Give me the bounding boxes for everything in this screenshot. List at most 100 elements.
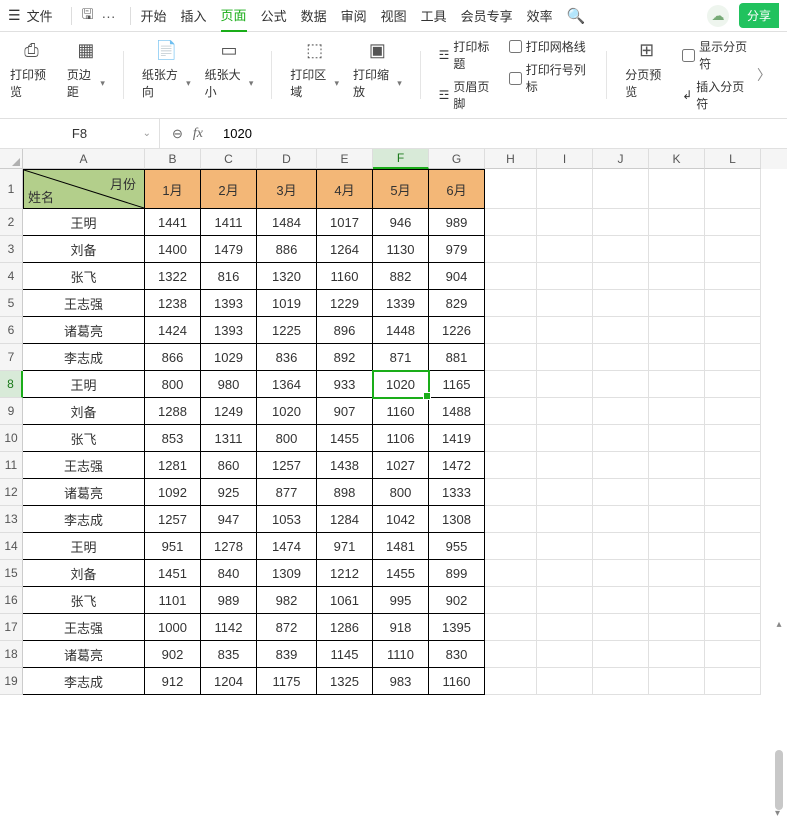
cell[interactable] [705, 668, 761, 695]
row-header-12[interactable]: 12 [0, 479, 23, 506]
row-header-15[interactable]: 15 [0, 560, 23, 587]
cell[interactable] [537, 236, 593, 263]
cell[interactable]: 951 [145, 533, 201, 560]
cell[interactable]: 971 [317, 533, 373, 560]
cell[interactable] [649, 587, 705, 614]
cell[interactable] [485, 398, 537, 425]
cell[interactable] [649, 479, 705, 506]
cell[interactable] [705, 425, 761, 452]
file-menu[interactable]: 文件 [27, 6, 53, 25]
formula-input[interactable] [215, 119, 787, 148]
cell[interactable]: 张飞 [23, 587, 145, 614]
cell[interactable] [649, 452, 705, 479]
cell[interactable] [593, 236, 649, 263]
cell[interactable] [485, 317, 537, 344]
cell[interactable] [537, 452, 593, 479]
cell[interactable] [705, 533, 761, 560]
column-header-E[interactable]: E [317, 149, 373, 169]
cell[interactable] [705, 317, 761, 344]
row-header-3[interactable]: 3 [0, 236, 23, 263]
cell[interactable] [537, 425, 593, 452]
column-header-K[interactable]: K [649, 149, 705, 169]
ribbon-scroll-right-icon[interactable]: 〉 [751, 65, 777, 85]
cell[interactable] [705, 641, 761, 668]
cell[interactable] [537, 290, 593, 317]
cell[interactable]: 4月 [317, 169, 373, 209]
scaling-button[interactable]: ▣ 打印缩放▾ [353, 38, 402, 100]
cell[interactable] [649, 317, 705, 344]
cell[interactable]: 989 [429, 209, 485, 236]
cell[interactable]: 980 [201, 371, 257, 398]
cell[interactable]: 1061 [317, 587, 373, 614]
cell[interactable]: 诸葛亮 [23, 641, 145, 668]
cell[interactable]: 904 [429, 263, 485, 290]
cell[interactable] [537, 533, 593, 560]
cell[interactable] [537, 169, 593, 209]
row-header-9[interactable]: 9 [0, 398, 23, 425]
cell[interactable] [705, 169, 761, 209]
cell[interactable]: 1257 [257, 452, 317, 479]
cell[interactable]: 1288 [145, 398, 201, 425]
cell[interactable]: 3月 [257, 169, 317, 209]
cell[interactable] [485, 371, 537, 398]
column-header-J[interactable]: J [593, 149, 649, 169]
cell[interactable] [649, 506, 705, 533]
cell[interactable]: 896 [317, 317, 373, 344]
cell[interactable] [485, 506, 537, 533]
cell[interactable] [649, 263, 705, 290]
cell[interactable]: 877 [257, 479, 317, 506]
cell[interactable] [649, 398, 705, 425]
cell[interactable]: 1160 [373, 398, 429, 425]
column-header-D[interactable]: D [257, 149, 317, 169]
cell[interactable]: 1042 [373, 506, 429, 533]
column-header-I[interactable]: I [537, 149, 593, 169]
cell[interactable]: 1249 [201, 398, 257, 425]
cell[interactable]: 1130 [373, 236, 429, 263]
cell[interactable] [593, 614, 649, 641]
hamburger-icon[interactable]: ☰ [8, 7, 21, 24]
cell[interactable] [485, 587, 537, 614]
cell[interactable]: 李志成 [23, 506, 145, 533]
cell[interactable] [649, 641, 705, 668]
cell[interactable]: 902 [429, 587, 485, 614]
tab-插入[interactable]: 插入 [181, 0, 207, 31]
cell[interactable]: 830 [429, 641, 485, 668]
cell[interactable]: 1257 [145, 506, 201, 533]
cell[interactable] [485, 614, 537, 641]
row-header-16[interactable]: 16 [0, 587, 23, 614]
cell[interactable]: 王志强 [23, 452, 145, 479]
cell[interactable] [593, 169, 649, 209]
more-icon[interactable]: ··· [102, 8, 116, 24]
name-box[interactable]: F8 ⌄ [0, 119, 160, 148]
cell[interactable] [593, 398, 649, 425]
cell[interactable]: 1393 [201, 290, 257, 317]
cell[interactable]: 1322 [145, 263, 201, 290]
cell[interactable]: 刘备 [23, 236, 145, 263]
row-header-17[interactable]: 17 [0, 614, 23, 641]
cell[interactable]: 刘备 [23, 398, 145, 425]
cell[interactable]: 836 [257, 344, 317, 371]
cell[interactable]: 800 [145, 371, 201, 398]
cell[interactable] [649, 668, 705, 695]
cell[interactable]: 1101 [145, 587, 201, 614]
cloud-icon[interactable]: ☁ [707, 5, 729, 27]
cell[interactable]: 1481 [373, 533, 429, 560]
cancel-icon[interactable]: ⊖ [172, 126, 183, 142]
cell[interactable] [649, 614, 705, 641]
cell[interactable]: 1455 [317, 425, 373, 452]
cell[interactable] [649, 560, 705, 587]
cell[interactable]: 1286 [317, 614, 373, 641]
cell[interactable]: 933 [317, 371, 373, 398]
cell[interactable] [537, 371, 593, 398]
cell[interactable]: 871 [373, 344, 429, 371]
cell[interactable] [593, 452, 649, 479]
cell[interactable]: 839 [257, 641, 317, 668]
cell[interactable]: 1106 [373, 425, 429, 452]
cell[interactable] [485, 209, 537, 236]
cell[interactable] [705, 371, 761, 398]
cell[interactable]: 1029 [201, 344, 257, 371]
tab-效率[interactable]: 效率 [527, 0, 553, 31]
cell[interactable]: 829 [429, 290, 485, 317]
page-break-preview-button[interactable]: ⊞ 分页预览 [625, 38, 668, 100]
cell[interactable] [485, 533, 537, 560]
